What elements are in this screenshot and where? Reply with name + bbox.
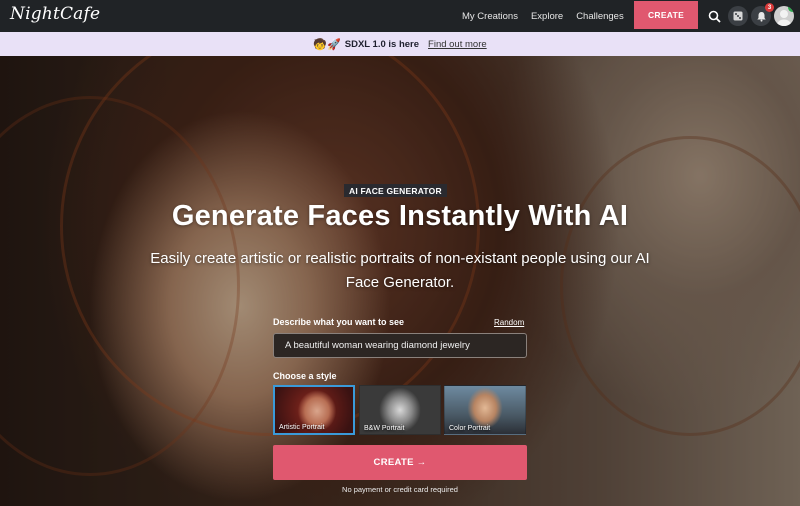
notifications-bell-icon[interactable]: 3 [751,3,774,26]
nav-links: My Creations Explore Challenges [462,0,637,32]
notification-count-badge: 3 [765,3,774,12]
dice-icon[interactable] [728,6,748,26]
nav-my-creations[interactable]: My Creations [462,11,518,22]
style-label-color: Color Portrait [449,425,491,432]
ai-face-generator-pill: AI FACE GENERATOR [344,184,447,197]
style-artistic-portrait[interactable]: Artistic Portrait [273,385,355,435]
announcement-text: SDXL 1.0 is here [344,38,420,50]
nightcafe-logo[interactable]: NightCafe [10,4,100,24]
create-submit-button[interactable]: CREATE → [273,445,527,480]
nav-explore[interactable]: Explore [531,11,563,22]
announcement-bar: 🧒🚀 SDXL 1.0 is here Find out more [0,32,800,56]
style-label-bw: B&W Portrait [364,425,405,432]
user-avatar[interactable]: 5 [774,6,794,26]
top-nav: NightCafe My Creations Explore Challenge… [0,0,800,32]
nav-challenges[interactable]: Challenges [576,11,624,22]
hero-section: AI FACE GENERATOR Generate Faces Instant… [0,56,800,506]
rocket-icon: 🧒🚀 [313,38,341,51]
profile-badge: 5 [788,6,794,12]
find-out-more-link[interactable]: Find out more [428,39,487,50]
style-color-portrait[interactable]: Color Portrait [444,385,526,435]
style-label-artistic: Artistic Portrait [279,424,325,431]
search-icon[interactable] [704,6,724,26]
page-title: Generate Faces Instantly With AI [171,200,629,232]
random-prompt-link[interactable]: Random [494,318,524,327]
create-button[interactable]: CREATE [634,1,698,29]
no-payment-note: No payment or credit card required [342,485,458,494]
style-bw-portrait[interactable]: B&W Portrait [359,385,441,435]
style-label: Choose a style [273,371,337,381]
prompt-input[interactable] [273,333,527,358]
prompt-label: Describe what you want to see [273,317,405,327]
page-subtitle: Easily create artistic or realistic port… [150,250,650,291]
